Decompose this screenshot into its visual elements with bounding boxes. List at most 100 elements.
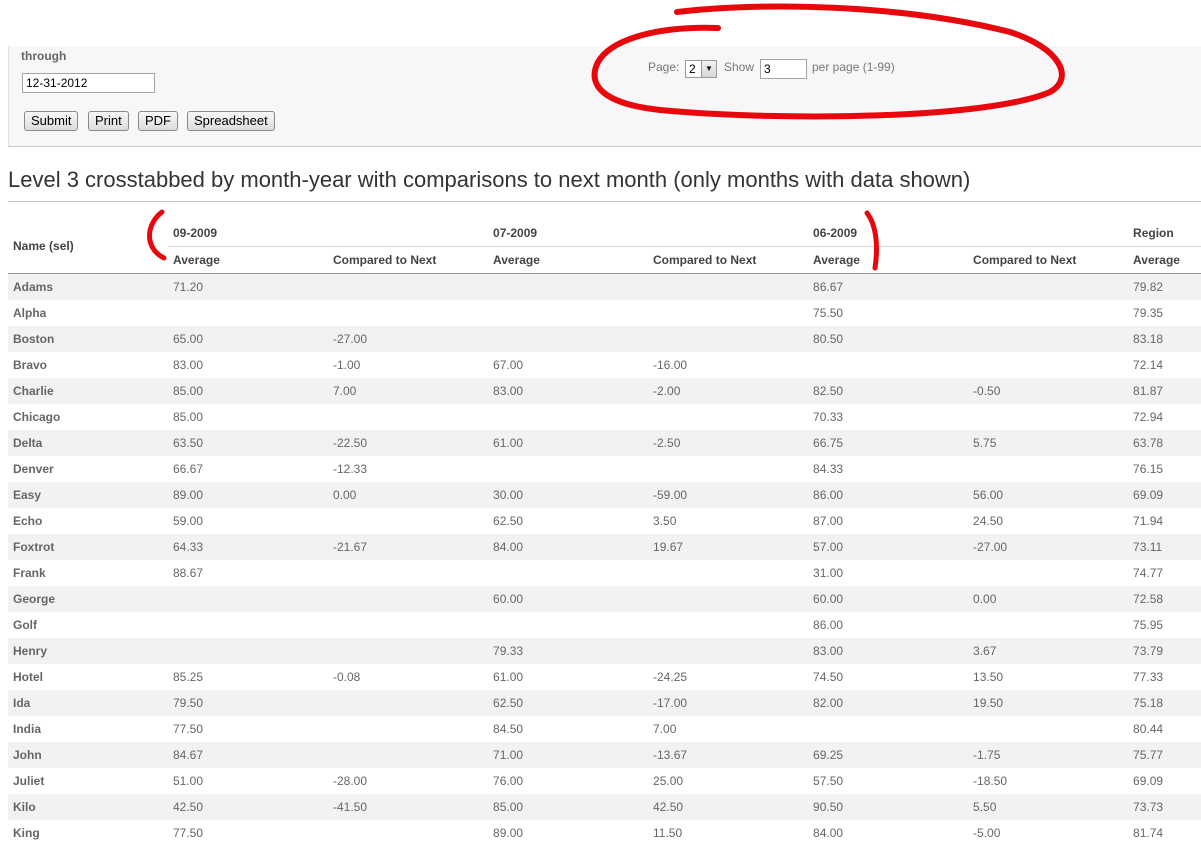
- cell-avg-09-2009: 79.50: [168, 690, 328, 716]
- table-row: Alpha 75.50 79.35: [8, 300, 1201, 326]
- row-name-cell: Denver: [13, 462, 54, 476]
- row-name-cell: John: [8, 742, 168, 768]
- cell-avg-09-2009: 85.00: [168, 378, 328, 404]
- table-row: Frank 88.67 31.00 74.77: [8, 560, 1201, 586]
- cell-cmp-07-2009: -17.00: [648, 690, 809, 716]
- cell-cmp-06-2009: [968, 352, 1128, 378]
- cell-avg-06-2009: 70.33: [813, 410, 844, 424]
- cell-cmp-06-2009: 24.50: [973, 514, 1004, 528]
- group-header-09-2009: 09-2009: [173, 225, 218, 240]
- cell-avg-region: 79.82: [1128, 273, 1201, 300]
- cell-avg-07-2009: 61.00: [493, 670, 524, 684]
- title-divider: [8, 201, 1201, 202]
- cell-cmp-06-2009: [968, 300, 1128, 326]
- per-page-input[interactable]: [760, 59, 807, 79]
- cell-cmp-09-2009: [328, 638, 489, 664]
- cell-avg-region: 72.94: [1133, 410, 1164, 424]
- cell-avg-09-2009: 77.50: [173, 826, 204, 840]
- cell-cmp-07-2009: -2.00: [648, 378, 809, 404]
- through-date-input[interactable]: [22, 73, 155, 93]
- cell-avg-09-2009: 63.50: [168, 430, 328, 456]
- subheader-average: Average: [488, 246, 649, 274]
- cell-cmp-06-2009: 13.50: [973, 670, 1004, 684]
- cell-avg-09-2009: [168, 300, 328, 326]
- cell-cmp-06-2009: [968, 273, 1129, 300]
- cell-cmp-09-2009: [328, 820, 488, 846]
- cell-cmp-07-2009: [648, 273, 809, 300]
- through-label: through: [21, 49, 67, 63]
- cell-cmp-06-2009: [968, 326, 1129, 352]
- cell-avg-region: 77.33: [1133, 670, 1164, 684]
- cell-cmp-06-2009: 5.75: [968, 430, 1129, 456]
- cell-avg-07-2009: [488, 273, 649, 300]
- cell-cmp-07-2009: 42.50: [648, 794, 809, 820]
- cell-avg-07-2009: 67.00: [493, 358, 524, 372]
- table-row: Chicago 85.00 70.33 72.94: [8, 404, 1201, 430]
- row-name-cell: Juliet: [13, 774, 45, 788]
- group-header-07-2009: 07-2009: [493, 225, 538, 240]
- cell-cmp-09-2009: [328, 404, 488, 430]
- table-row: Juliet 51.00 -28.00 76.00 25.00 57.50 -18.50 69…: [8, 768, 1201, 794]
- submit-button[interactable]: Submit: [24, 111, 79, 131]
- cell-avg-06-2009: 82.00: [808, 690, 969, 716]
- table-row: India 77.50 84.50 7.00 80.44: [8, 716, 1201, 742]
- cell-avg-07-2009: [488, 560, 648, 586]
- spreadsheet-button[interactable]: Spreadsheet: [187, 111, 275, 131]
- cell-cmp-09-2009: -12.33: [333, 462, 368, 476]
- cell-avg-06-2009: 86.00: [808, 482, 969, 508]
- cell-cmp-09-2009: [328, 612, 488, 638]
- pdf-button[interactable]: PDF: [138, 111, 178, 131]
- row-name-cell: King: [13, 826, 40, 840]
- cell-cmp-07-2009: [648, 560, 808, 586]
- cell-avg-09-2009: 59.00: [173, 514, 204, 528]
- cell-avg-region: 69.09: [1128, 482, 1201, 508]
- cell-avg-06-2009: 84.00: [813, 826, 844, 840]
- cell-avg-region: 74.77: [1133, 566, 1164, 580]
- cell-avg-09-2009: [168, 612, 328, 638]
- cell-avg-06-2009: 86.00: [813, 618, 844, 632]
- cell-avg-09-2009: 64.33: [168, 534, 328, 560]
- subheader-average: Average: [1128, 246, 1201, 274]
- name-column-header[interactable]: Name (sel): [8, 219, 168, 274]
- table-row: Charlie 85.00 7.00 83.00 -2.00 82.50 -0.50 81.8…: [8, 378, 1201, 404]
- cell-avg-07-2009: [488, 300, 648, 326]
- cell-avg-region: 79.35: [1133, 306, 1164, 320]
- print-button[interactable]: Print: [88, 111, 129, 131]
- cell-cmp-06-2009: 5.50: [968, 794, 1129, 820]
- cell-avg-09-2009: 65.00: [168, 326, 328, 352]
- table-row: Easy 89.00 0.00 30.00 -59.00 86.00 56.00 69.09: [8, 482, 1201, 508]
- table-row: Boston 65.00 -27.00 80.50 83.18: [8, 326, 1201, 352]
- table-row: Kilo 42.50 -41.50 85.00 42.50 90.50 5.50 73.73: [8, 794, 1201, 820]
- cell-cmp-06-2009: 3.67: [968, 638, 1129, 664]
- cell-avg-09-2009: 83.00: [173, 358, 204, 372]
- cell-avg-06-2009: 86.67: [808, 273, 969, 300]
- cell-cmp-07-2009: [648, 638, 809, 664]
- cell-cmp-09-2009: 0.00: [328, 482, 489, 508]
- cell-avg-09-2009: 88.67: [173, 566, 204, 580]
- group-header-region: Region: [1133, 225, 1174, 240]
- cell-avg-region: 69.09: [1133, 774, 1164, 788]
- table-row: Delta 63.50 -22.50 61.00 -2.50 66.75 5.75 63.78: [8, 430, 1201, 456]
- row-name-cell: Kilo: [8, 794, 168, 820]
- cell-avg-09-2009: [168, 638, 328, 664]
- cell-avg-09-2009: 77.50: [173, 722, 204, 736]
- cell-avg-06-2009: 82.50: [808, 378, 969, 404]
- cell-avg-07-2009: 76.00: [493, 774, 524, 788]
- row-name-cell: George: [8, 586, 168, 612]
- row-name-cell: Bravo: [13, 358, 48, 372]
- cell-cmp-06-2009: [968, 404, 1128, 430]
- cell-cmp-06-2009: 19.50: [968, 690, 1129, 716]
- cell-cmp-06-2009: 56.00: [968, 482, 1129, 508]
- report-title: Level 3 crosstabbed by month-year with c…: [8, 167, 971, 192]
- table-row: Golf 86.00 75.95: [8, 612, 1201, 638]
- page-select[interactable]: 2 ▼: [685, 60, 717, 78]
- cell-avg-06-2009: 75.50: [813, 306, 844, 320]
- cell-cmp-09-2009: -21.67: [328, 534, 489, 560]
- cell-cmp-06-2009: [968, 612, 1128, 638]
- row-name-cell: Delta: [8, 430, 168, 456]
- cell-cmp-09-2009: [328, 560, 488, 586]
- cell-avg-06-2009: 83.00: [808, 638, 969, 664]
- chevron-down-icon[interactable]: ▼: [701, 61, 716, 77]
- table-row: Bravo 83.00 -1.00 67.00 -16.00 72.14: [8, 352, 1201, 378]
- row-name-cell: Chicago: [13, 410, 61, 424]
